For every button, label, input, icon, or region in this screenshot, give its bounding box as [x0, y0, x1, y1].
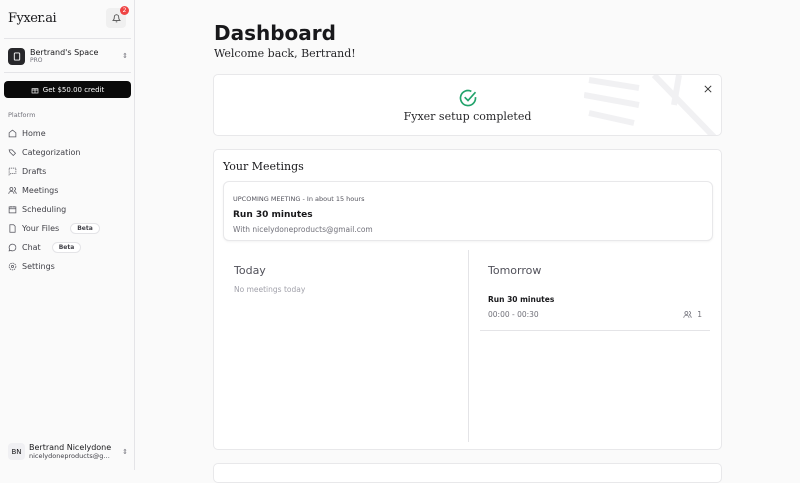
user-menu[interactable]: BN Bertrand Nicelydone nicelydoneproducts…	[8, 443, 128, 460]
nav-categorization[interactable]: Categorization	[8, 143, 132, 162]
divider	[4, 38, 131, 39]
nav-chat[interactable]: Chat Beta	[8, 238, 132, 257]
close-icon[interactable]	[704, 85, 712, 93]
get-credit-button[interactable]: Get $50.00 credit	[4, 81, 131, 98]
upcoming-label: UPCOMING MEETING	[233, 195, 301, 203]
today-title: Today	[234, 264, 266, 277]
users-icon	[683, 311, 692, 318]
users-icon	[8, 187, 17, 194]
meetings-title: Your Meetings	[223, 160, 304, 173]
tomorrow-title: Tomorrow	[488, 264, 542, 277]
upcoming-meeting-card[interactable]: UPCOMING MEETING - In about 15 hours Run…	[223, 181, 713, 241]
nav-label: Drafts	[22, 167, 47, 176]
upcoming-when: - In about 15 hours	[300, 195, 365, 203]
space-plan: PRO	[30, 57, 43, 64]
home-icon	[8, 129, 17, 138]
meetings-card: Your Meetings UPCOMING MEETING - In abou…	[213, 149, 722, 450]
bell-icon	[111, 13, 121, 22]
today-empty: No meetings today	[234, 285, 306, 294]
nav-home[interactable]: Home	[8, 124, 132, 143]
nav-meetings[interactable]: Meetings	[8, 181, 132, 200]
upcoming-name: Run 30 minutes	[233, 210, 313, 220]
user-name: Bertrand Nicelydone	[29, 443, 112, 452]
nav-label: Meetings	[22, 186, 59, 195]
check-circle-icon	[459, 89, 477, 107]
nav-label: Home	[22, 129, 46, 138]
nav-label: Your Files	[22, 224, 60, 233]
tags-icon	[8, 149, 17, 157]
sidebar: Fyxer.ai 2 Bertrand's Space PRO ⇕ Get $50…	[0, 0, 135, 470]
space-name: Bertrand's Space	[30, 48, 99, 57]
logo: Fyxer.ai	[8, 11, 57, 26]
divider	[4, 72, 131, 73]
meeting-name: Run 30 minutes	[488, 295, 555, 304]
nav-drafts[interactable]: Drafts	[8, 162, 132, 181]
meeting-time: 00:00 - 00:30	[488, 310, 539, 319]
welcome-text: Welcome back, Bertrand!	[214, 47, 356, 60]
nav-scheduling[interactable]: Scheduling	[8, 200, 132, 219]
message-square-icon	[8, 167, 17, 176]
attendee-count: 1	[697, 310, 702, 319]
calendar-icon	[8, 206, 17, 214]
chevron-updown-icon: ⇕	[122, 447, 128, 456]
section-label: Platform	[8, 111, 36, 119]
space-icon	[8, 47, 25, 65]
beta-badge: Beta	[70, 223, 100, 234]
nav-label: Scheduling	[22, 205, 67, 214]
decorative-lines	[584, 75, 717, 135]
chevron-updown-icon: ⇕	[122, 52, 128, 60]
nav-label: Chat	[22, 243, 41, 252]
nav-settings[interactable]: Settings	[8, 257, 132, 276]
divider	[468, 250, 469, 442]
file-icon	[9, 224, 16, 233]
setup-message: Fyxer setup completed	[403, 110, 532, 123]
notification-badge: 2	[120, 6, 129, 15]
meeting-item[interactable]: Run 30 minutes 00:00 - 00:30 1	[480, 290, 710, 331]
page-title: Dashboard	[214, 21, 336, 45]
beta-badge: Beta	[51, 242, 82, 253]
setup-banner: Fyxer setup completed	[213, 74, 722, 136]
credit-label: Get $50.00 credit	[42, 85, 105, 94]
nav-label: Categorization	[22, 148, 81, 157]
avatar: BN	[8, 443, 25, 460]
nav-your-files[interactable]: Your Files Beta	[8, 219, 132, 238]
gear-icon	[8, 262, 17, 271]
chat-icon	[8, 243, 17, 252]
gift-icon	[31, 87, 39, 93]
next-card	[213, 463, 722, 483]
upcoming-with: With nicelydoneproducts@gmail.com	[233, 225, 373, 234]
space-switcher[interactable]: Bertrand's Space PRO ⇕	[8, 46, 128, 66]
nav: Home Categorization Drafts Meetings Sche…	[8, 124, 132, 276]
user-email: nicelydoneproducts@gmail.com	[29, 452, 115, 460]
nav-label: Settings	[22, 262, 55, 271]
